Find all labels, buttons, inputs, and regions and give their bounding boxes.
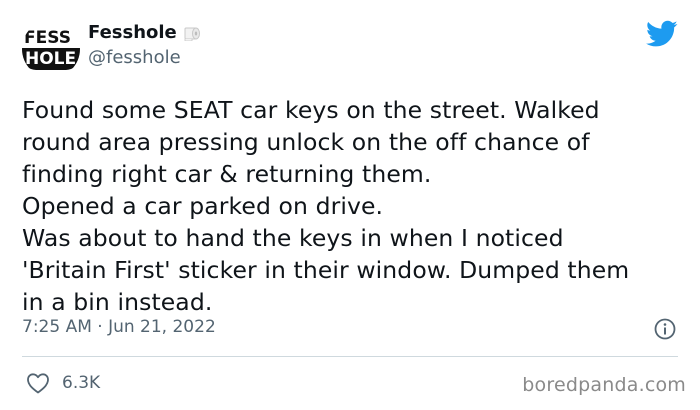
tweet-card: FESS HOLE Fesshole @fesshole Found some … (0, 0, 700, 410)
like-button[interactable]: 6.3K (26, 372, 100, 394)
info-icon[interactable] (654, 318, 676, 340)
toilet-paper-icon (183, 25, 203, 41)
avatar[interactable]: FESS HOLE (22, 20, 80, 78)
heart-icon[interactable] (26, 372, 50, 394)
display-name[interactable]: Fesshole (88, 22, 177, 43)
divider (22, 356, 678, 357)
author-names: Fesshole @fesshole (88, 22, 203, 68)
tweet-timestamp[interactable]: 7:25 AM · Jun 21, 2022 (22, 317, 216, 337)
like-count: 6.3K (62, 373, 101, 393)
tweet-header: FESS HOLE Fesshole @fesshole (22, 20, 203, 78)
author-handle[interactable]: @fesshole (88, 47, 203, 68)
twitter-bird-icon[interactable] (646, 20, 678, 48)
name-row: Fesshole (88, 22, 203, 43)
watermark: boredpanda.com (522, 374, 686, 396)
tweet-text: Found some SEAT car keys on the street. … (22, 96, 630, 316)
avatar-text-top: FESS (24, 28, 71, 48)
avatar-text-bottom: HOLE (25, 49, 77, 69)
